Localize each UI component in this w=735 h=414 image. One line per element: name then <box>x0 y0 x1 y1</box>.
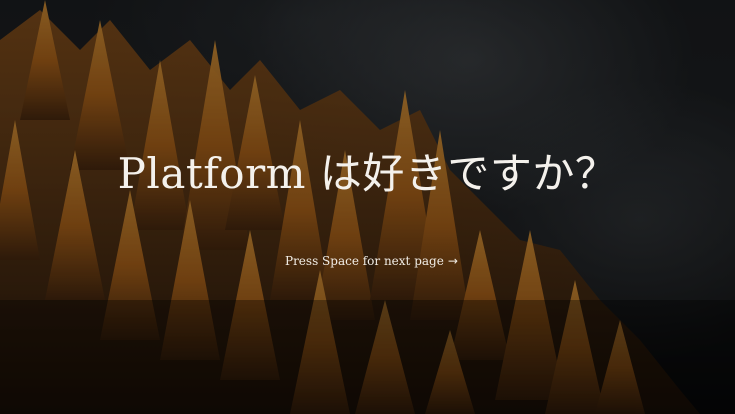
slide-title: Platform は好きですか？ <box>117 149 618 198</box>
slide-content: Platform は好きですか？ Press Space for next pa… <box>0 0 735 414</box>
next-page-label: Press Space for next page <box>285 254 444 268</box>
next-page-hint[interactable]: Press Space for next page → <box>282 251 461 271</box>
slide: Platform は好きですか？ Press Space for next pa… <box>0 0 735 414</box>
arrow-right-icon: → <box>447 254 458 268</box>
